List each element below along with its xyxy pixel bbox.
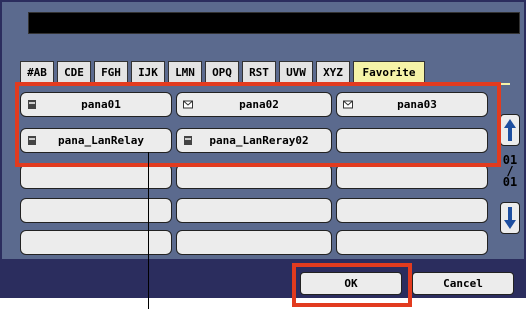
favorite-button-pana-lanrelay[interactable]: pana_LanRelay [20,128,172,153]
scroll-up-button[interactable] [500,114,520,146]
arrow-down-icon [504,207,516,229]
callout-line [148,152,149,309]
favorite-button-empty[interactable] [336,198,488,223]
tab-underline [20,83,510,85]
favorite-button-pana02[interactable]: pana02 [176,92,332,117]
page-total: 01 [502,175,518,189]
favorite-button-pana01[interactable]: pana01 [20,92,172,117]
printer-icon [28,100,36,109]
tab-uvw[interactable]: UVW [279,61,313,83]
favorite-label: pana02 [239,98,279,111]
tab-ab[interactable]: #AB [20,61,54,83]
favorite-button-empty[interactable] [20,230,172,255]
ok-button[interactable]: OK [300,272,402,295]
arrow-up-icon [504,119,516,141]
tab-fgh[interactable]: FGH [94,61,128,83]
favorite-button-pana03[interactable]: pana03 [336,92,488,117]
tab-cde[interactable]: CDE [57,61,91,83]
favorite-label: pana03 [397,98,437,111]
favorite-button-empty[interactable] [20,198,172,223]
tab-lmn[interactable]: LMN [168,61,202,83]
printer-icon [28,136,36,145]
favorite-button-empty[interactable] [176,164,332,189]
destination-display-bar [28,12,520,34]
scroll-down-button[interactable] [500,202,520,234]
favorite-button-empty[interactable] [176,230,332,255]
favorite-label: pana_LanReray02 [209,134,309,147]
page-indicator: 01 / 01 [500,154,520,189]
tab-favorite[interactable]: Favorite [353,61,425,83]
favorite-button-empty[interactable] [336,230,488,255]
mail-icon [343,100,353,109]
tab-ijk[interactable]: IJK [131,61,165,83]
mail-icon [183,100,193,109]
favorite-button-pana-lanreray02[interactable]: pana_LanReray02 [176,128,332,153]
favorite-label: pana01 [81,98,121,111]
favorite-label: pana_LanRelay [57,134,145,147]
tab-rst[interactable]: RST [242,61,276,83]
tab-opq[interactable]: OPQ [205,61,239,83]
favorite-button-empty[interactable] [336,128,488,153]
favorite-button-empty[interactable] [176,198,332,223]
tab-xyz[interactable]: XYZ [316,61,350,83]
printer-icon [184,136,192,145]
favorite-button-empty[interactable] [20,164,172,189]
cancel-button[interactable]: Cancel [412,272,514,295]
favorite-button-empty[interactable] [336,164,488,189]
